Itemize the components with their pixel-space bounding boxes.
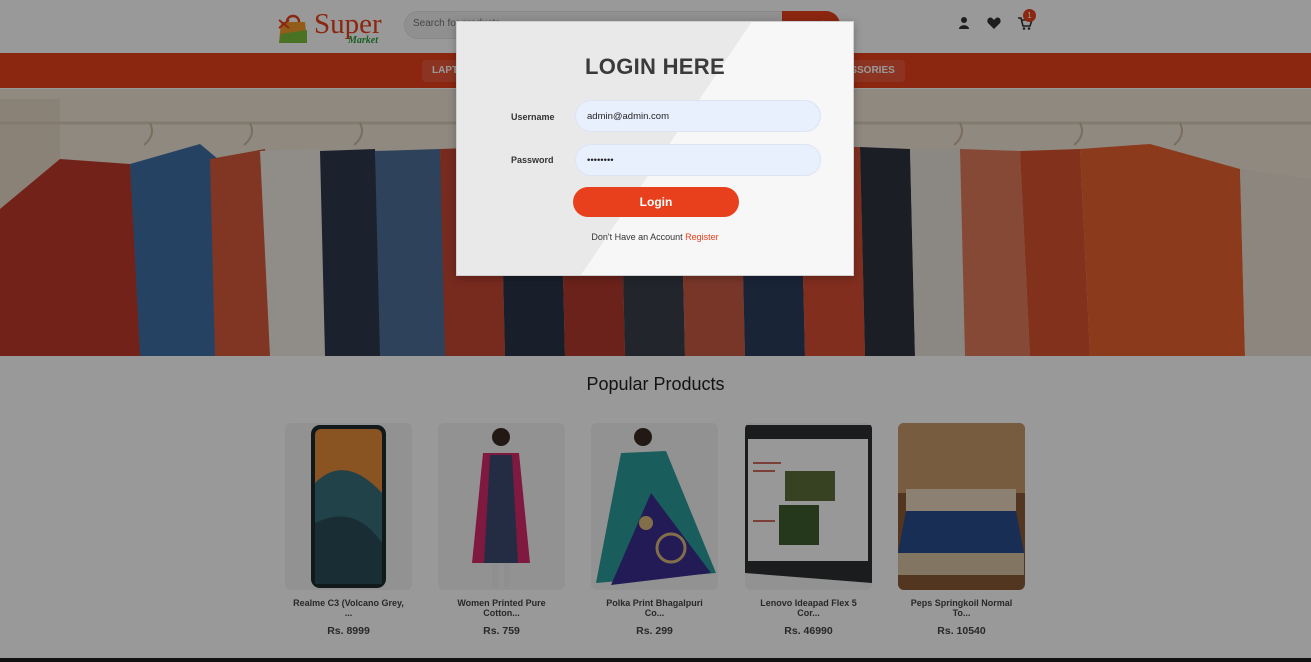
- register-link[interactable]: Register: [685, 232, 719, 242]
- password-field[interactable]: [575, 144, 821, 176]
- login-title: LOGIN HERE: [585, 54, 725, 79]
- login-modal: LOGIN HERE Username Password Login Don't…: [456, 21, 854, 276]
- username-field[interactable]: [575, 100, 821, 132]
- login-button[interactable]: Login: [573, 187, 739, 217]
- username-label: Username: [511, 112, 555, 122]
- register-prompt-text: Don't Have an Account: [591, 232, 683, 242]
- password-label: Password: [511, 155, 554, 165]
- register-prompt: Don't Have an Account Register: [457, 232, 853, 242]
